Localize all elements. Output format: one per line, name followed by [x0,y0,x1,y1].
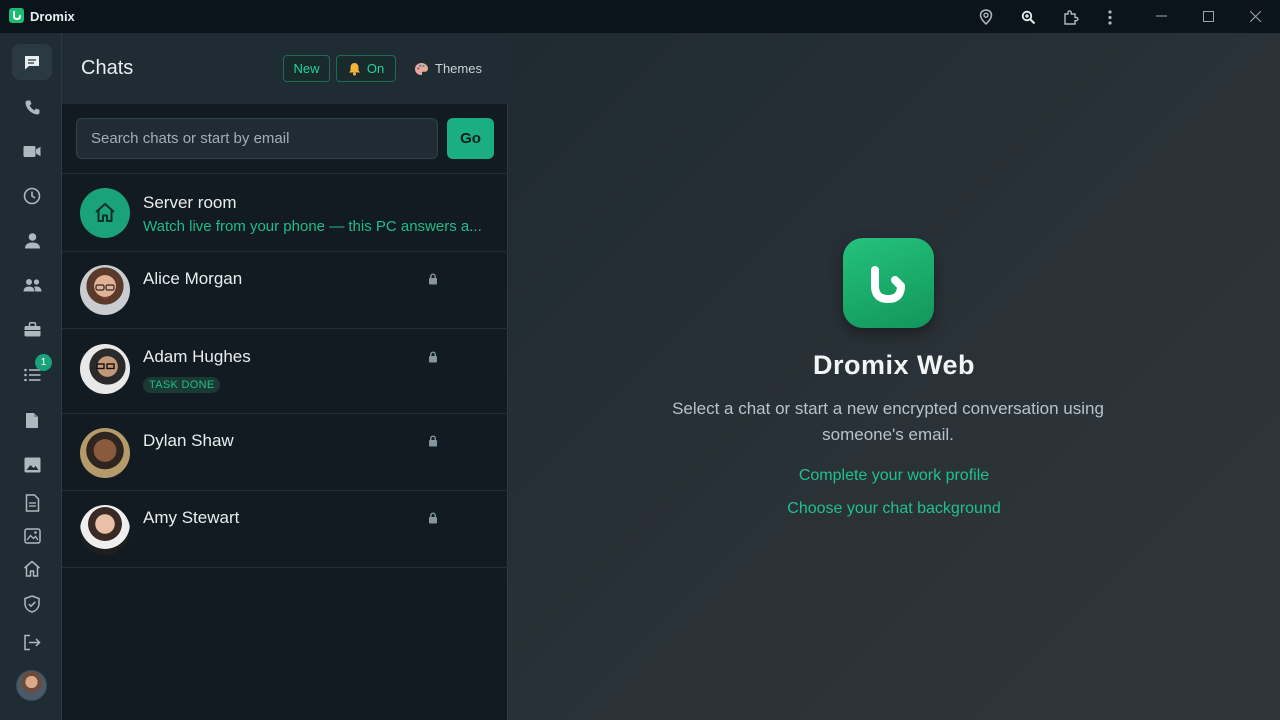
themes-button[interactable]: Themes [410,55,486,82]
lock-icon [429,512,437,524]
person-icon [24,232,40,248]
home-icon [95,203,115,222]
avatar [80,344,130,394]
maximize-button[interactable] [1196,5,1220,27]
themes-label: Themes [435,61,482,76]
chat-item-adam-hughes[interactable]: Adam Hughes TASK DONE [62,329,508,414]
search-input[interactable] [76,118,438,159]
app-logo-icon [9,8,24,23]
notifications-toggle[interactable]: On [336,55,396,82]
page-title: Chats [81,57,134,79]
notifications-label: On [366,61,385,76]
more-vertical-icon[interactable] [1100,7,1120,27]
rail-calls-button[interactable] [12,89,52,125]
rail-work-button[interactable] [12,311,52,347]
rail-history-button[interactable] [12,178,52,214]
dromix-logo-icon [843,238,934,328]
home-icon [24,560,40,577]
chat-list-panel: Chats New On Themes Go Server room Watch… [62,33,508,720]
rail-notes-button[interactable] [12,485,52,521]
avatar [80,505,130,555]
chat-item-dylan-shaw[interactable]: Dylan Shaw [62,414,508,491]
rail-video-button[interactable] [12,133,52,169]
minimize-button[interactable] [1149,5,1173,27]
logout-icon [24,634,41,650]
rail-contacts-button[interactable] [12,222,52,258]
lock-icon [429,351,437,363]
title-bar: Dromix [0,0,1280,33]
palette-icon [415,62,429,75]
complete-profile-link[interactable]: Complete your work profile [508,467,1280,485]
video-icon [23,145,41,157]
server-room-avatar [80,188,130,238]
chat-preview: Watch live from your phone — this PC ans… [143,218,482,235]
list-icon [23,368,40,382]
avatar [80,428,130,478]
lock-icon [429,435,437,447]
status-badge: TASK DONE [143,377,221,393]
image-icon [24,457,40,473]
clock-icon [23,187,41,205]
rail-chats-button[interactable] [12,44,52,80]
bell-icon [348,62,360,75]
rail-groups-button[interactable] [12,267,52,303]
chat-name: Server room [143,193,237,212]
chat-name: Alice Morgan [143,269,243,288]
go-button[interactable]: Go [447,118,494,159]
tasks-count-badge: 1 [35,354,52,371]
close-window-button[interactable] [1243,5,1267,27]
rail-files-button[interactable] [12,402,52,438]
rail-home-button[interactable] [12,550,52,586]
welcome-pane: Dromix Web Select a chat or start a new … [508,33,1280,720]
new-chat-button[interactable]: New [283,55,330,82]
document-icon [25,494,39,512]
chat-item-alice-morgan[interactable]: Alice Morgan [62,252,508,329]
chat-item-server-room[interactable]: Server room Watch live from your phone —… [62,174,508,252]
app-title: Dromix [30,9,75,24]
briefcase-icon [24,321,40,336]
extension-icon[interactable] [1060,7,1080,27]
chat-name: Dylan Shaw [143,431,234,450]
chat-list-header: Chats New On Themes [62,33,508,104]
rail-gallery-button[interactable] [12,518,52,554]
chat-background-link[interactable]: Choose your chat background [508,500,1280,518]
chat-name: Amy Stewart [143,508,240,527]
welcome-title: Dromix Web [812,350,976,380]
lock-icon [429,273,437,285]
shield-icon [24,595,40,613]
gallery-icon [23,528,41,544]
welcome-description: Select a chat or start a new encrypted c… [672,399,1104,444]
rail-photos-button[interactable] [12,447,52,483]
zoom-icon[interactable] [1018,7,1038,27]
chat-name: Adam Hughes [143,347,251,366]
rail-logout-button[interactable] [12,624,52,660]
people-icon [23,279,41,292]
phone-icon [25,100,39,114]
location-pin-icon[interactable] [976,7,996,27]
chat-icon [25,55,39,69]
avatar [80,265,130,315]
profile-avatar[interactable] [16,670,47,701]
rail-security-button[interactable] [12,586,52,622]
chat-item-amy-stewart[interactable]: Amy Stewart [62,491,508,568]
search-bar: Go [62,104,508,174]
nav-rail: 1 [0,33,62,720]
file-icon [26,412,38,428]
